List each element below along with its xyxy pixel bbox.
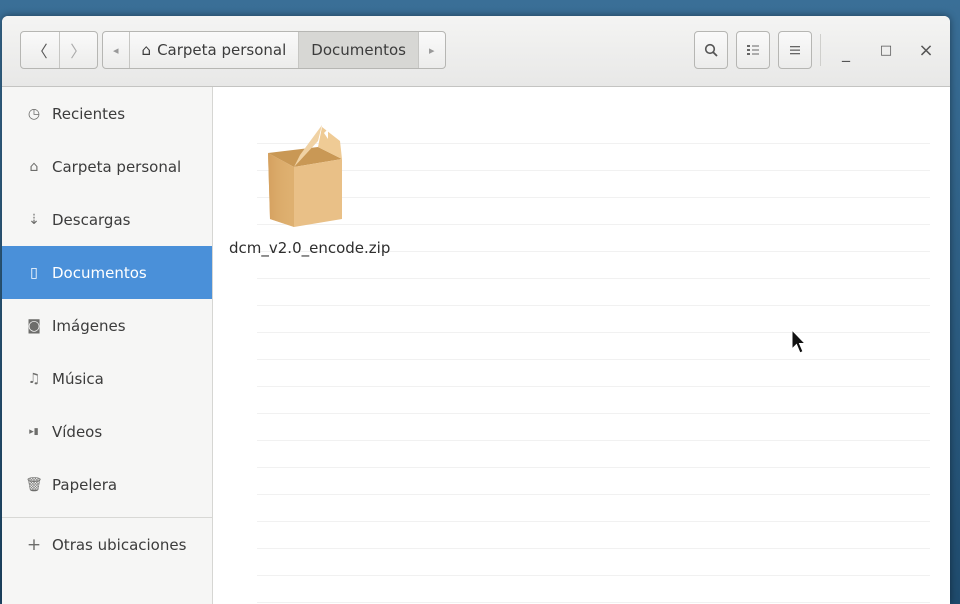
- path-home-button[interactable]: ⌂ Carpeta personal: [128, 32, 299, 68]
- home-icon: ⌂: [29, 158, 39, 175]
- clock-icon: ◷: [27, 105, 41, 122]
- search-icon: [704, 43, 718, 57]
- maximize-icon: □: [879, 42, 893, 58]
- path-home-label: Carpeta personal: [157, 41, 287, 59]
- sidebar-item-label: Música: [52, 369, 104, 388]
- sidebar-item-descargas[interactable]: ⇣ Descargas: [2, 193, 212, 246]
- file-view[interactable]: dcm_v2.0_encode.zip: [213, 87, 950, 604]
- sidebar-item-imagenes[interactable]: ◙ Imágenes: [2, 299, 212, 352]
- sidebar-item-label: Papelera: [52, 475, 118, 494]
- path-current-label: Documentos: [311, 41, 406, 59]
- sidebar-item-recientes[interactable]: ◷ Recientes: [2, 87, 212, 140]
- mouse-cursor-icon: [791, 329, 807, 354]
- menu-icon: [790, 46, 800, 55]
- sidebar-item-documentos[interactable]: ▯ Documentos: [2, 246, 212, 299]
- sidebar-item-label: Otras ubicaciones: [52, 535, 187, 554]
- header-separator: [820, 34, 821, 66]
- sidebar-item-label: Documentos: [52, 263, 147, 282]
- sidebar-item-otras-ubicaciones[interactable]: + Otras ubicaciones: [2, 518, 212, 571]
- path-current-button[interactable]: Documentos: [298, 32, 418, 68]
- back-button[interactable]: 〈: [21, 32, 59, 68]
- sidebar-item-papelera[interactable]: 🗑 Papelera: [2, 458, 212, 511]
- sidebar-item-label: Recientes: [52, 104, 126, 123]
- header-bar: 〈 〉 ◂ ⌂ Carpeta personal Documentos ▸ _: [2, 16, 950, 87]
- sidebar-item-label: Imágenes: [52, 316, 126, 335]
- trash-icon: 🗑: [25, 476, 43, 493]
- camera-icon: ◙: [27, 317, 41, 334]
- places-sidebar: ◷ Recientes ⌂ Carpeta personal ⇣ Descarg…: [2, 87, 213, 604]
- document-icon: ▯: [30, 264, 38, 281]
- sidebar-item-videos[interactable]: ▸▮ Vídeos: [2, 405, 212, 458]
- minimize-button[interactable]: _: [834, 38, 858, 62]
- chevron-right-icon: 〉: [70, 42, 87, 61]
- path-scroll-left-button[interactable]: ◂: [103, 32, 129, 68]
- menu-button[interactable]: [778, 31, 812, 69]
- plus-icon: +: [26, 534, 42, 555]
- file-name: dcm_v2.0_encode.zip: [229, 239, 391, 257]
- path-scroll-right-button[interactable]: ▸: [417, 32, 445, 68]
- music-icon: ♫: [27, 370, 41, 387]
- path-bar: ◂ ⌂ Carpeta personal Documentos ▸: [102, 31, 446, 69]
- sidebar-item-musica[interactable]: ♫ Música: [2, 352, 212, 405]
- sidebar-item-label: Vídeos: [52, 422, 103, 441]
- maximize-button[interactable]: □: [874, 38, 898, 62]
- archive-box-icon: [268, 125, 342, 227]
- sidebar-item-carpeta-personal[interactable]: ⌂ Carpeta personal: [2, 140, 212, 193]
- file-item[interactable]: dcm_v2.0_encode.zip: [229, 119, 391, 257]
- chevron-left-icon: 〈: [31, 42, 48, 61]
- file-manager-window: 〈 〉 ◂ ⌂ Carpeta personal Documentos ▸ _: [2, 16, 950, 604]
- close-icon: ×: [918, 39, 934, 61]
- film-icon: ▸▮: [29, 426, 39, 437]
- sidebar-item-label: Carpeta personal: [52, 157, 182, 176]
- view-options-icon: [747, 45, 759, 55]
- search-button[interactable]: [694, 31, 728, 69]
- sidebar-item-label: Descargas: [52, 210, 131, 229]
- forward-button[interactable]: 〉: [58, 32, 98, 68]
- view-options-button[interactable]: [736, 31, 770, 69]
- close-button[interactable]: ×: [914, 38, 938, 62]
- home-icon: ⌂: [141, 41, 152, 59]
- minimize-icon: _: [842, 43, 850, 62]
- navigation-buttons: 〈 〉: [20, 31, 98, 69]
- download-icon: ⇣: [28, 211, 40, 228]
